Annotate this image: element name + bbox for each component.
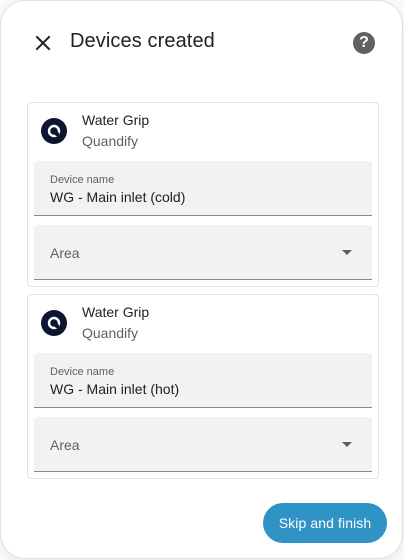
device-name-field[interactable]: Device name WG - Main inlet (hot) (34, 353, 372, 408)
help-icon: ? (353, 32, 375, 54)
device-manufacturer: Quandify (82, 325, 139, 341)
brand-logo-icon (41, 310, 67, 336)
area-label: Area (50, 245, 80, 261)
area-label: Area (50, 437, 80, 453)
device-card: Water Grip Quandify Device name WG - Mai… (27, 294, 379, 479)
dialog-title: Devices created (70, 30, 215, 52)
brand-logo-icon (41, 118, 67, 144)
close-icon (35, 35, 51, 51)
device-card-header: Water Grip Quandify (28, 295, 378, 351)
skip-and-finish-button[interactable]: Skip and finish (263, 503, 387, 543)
device-name-field[interactable]: Device name WG - Main inlet (cold) (34, 161, 372, 216)
device-name-label: Device name (50, 366, 115, 378)
device-name-value: WG - Main inlet (hot) (50, 381, 180, 397)
device-brand-name: Water Grip (82, 112, 150, 128)
device-name-label: Device name (50, 174, 115, 186)
help-button[interactable]: ? (346, 25, 382, 61)
chevron-down-icon (342, 442, 352, 447)
device-name-value: WG - Main inlet (cold) (50, 189, 186, 205)
chevron-down-icon (342, 250, 352, 255)
device-brand-name: Water Grip (82, 304, 150, 320)
device-card: Water Grip Quandify Device name WG - Mai… (27, 102, 379, 287)
close-button[interactable] (25, 25, 61, 61)
device-manufacturer: Quandify (82, 133, 139, 149)
area-select[interactable]: Area (34, 225, 372, 280)
area-select[interactable]: Area (34, 417, 372, 472)
device-card-header: Water Grip Quandify (28, 103, 378, 159)
devices-created-dialog: Devices created ? Water Grip Quandify De… (1, 1, 402, 558)
dialog-header: Devices created ? (1, 1, 402, 85)
